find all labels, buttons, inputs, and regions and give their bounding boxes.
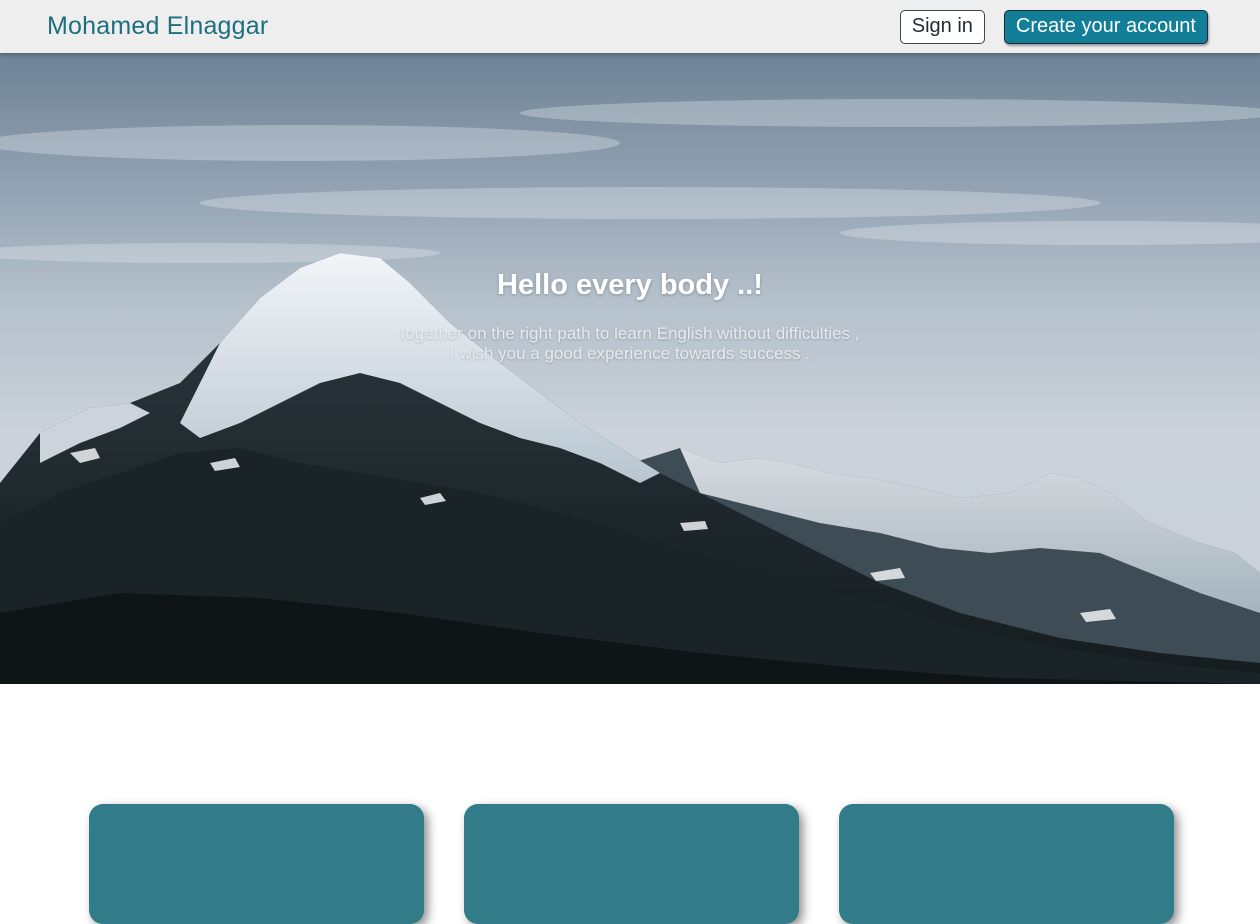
brand-title[interactable]: Mohamed Elnaggar bbox=[47, 12, 268, 41]
mountain-background-image bbox=[0, 53, 1260, 684]
navbar: Mohamed Elnaggar Sign in Create your acc… bbox=[0, 0, 1260, 53]
create-account-button[interactable]: Create your account bbox=[1003, 9, 1208, 44]
hero-subtitle: together on the right path to learn Engl… bbox=[0, 324, 1260, 364]
feature-card-2[interactable] bbox=[464, 804, 799, 924]
nav-actions: Sign in Create your account bbox=[899, 9, 1208, 44]
feature-card-1[interactable] bbox=[89, 804, 424, 924]
feature-card-3[interactable] bbox=[839, 804, 1174, 924]
hero-title: Hello every body ..! bbox=[497, 269, 763, 301]
hero-banner: Hello every body ..! together on the rig… bbox=[0, 53, 1260, 684]
sign-in-button[interactable]: Sign in bbox=[899, 9, 985, 44]
cards-section bbox=[89, 804, 1174, 924]
hero-subtitle-line-2: I wish you a good experience towards suc… bbox=[449, 344, 811, 363]
hero-subtitle-line-1: together on the right path to learn Engl… bbox=[400, 324, 860, 343]
